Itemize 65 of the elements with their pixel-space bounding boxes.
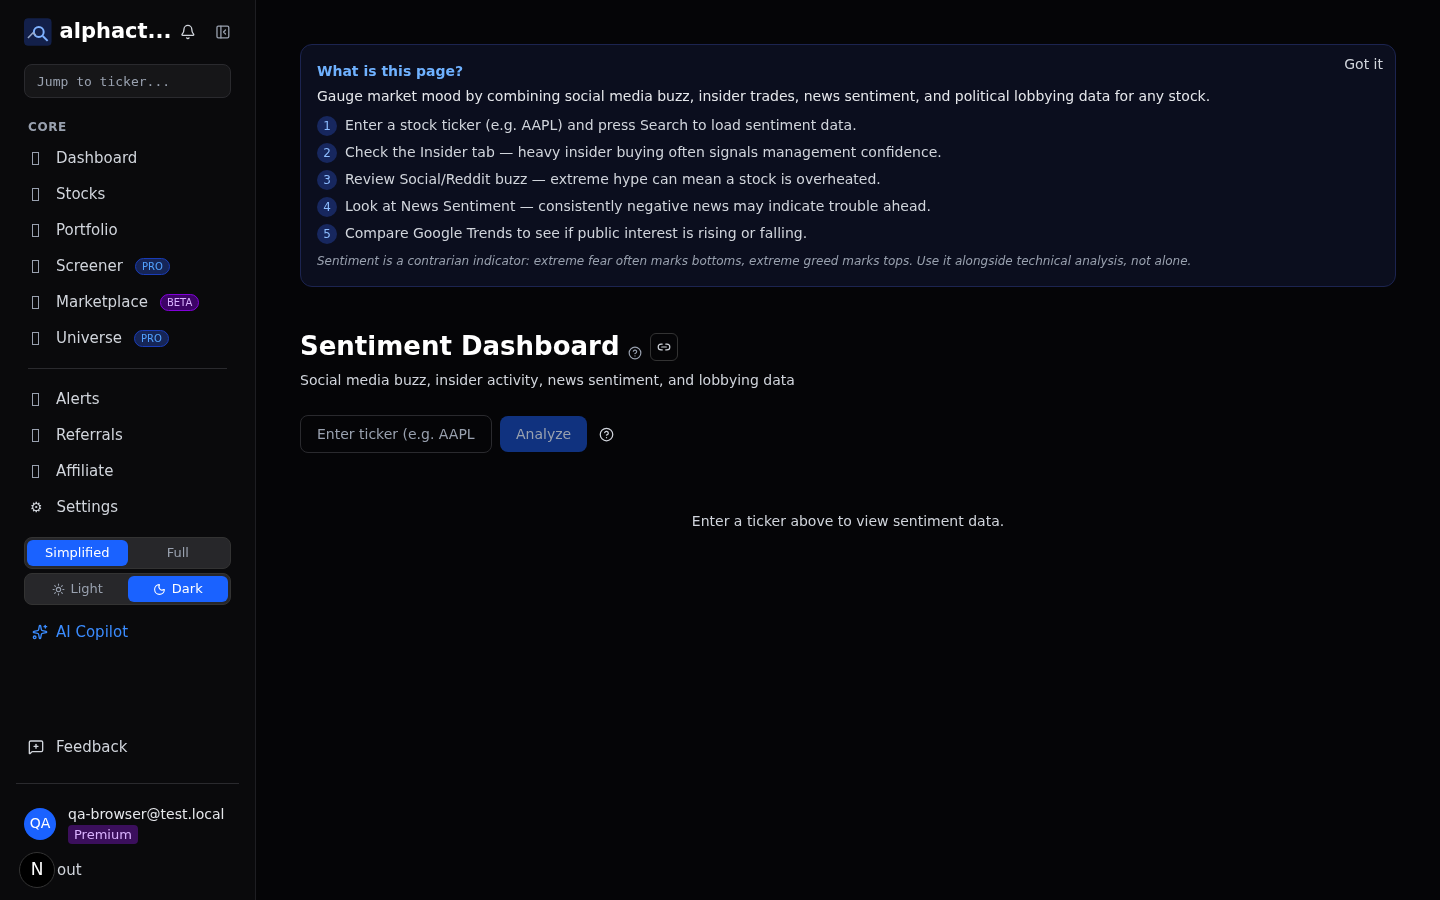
ai-copilot-link[interactable]: AI Copilot [32,621,231,644]
step-text: Enter a stock ticker (e.g. AAPL) and press Search to load sentiment data. [345,116,857,135]
ticker-field[interactable]: Enter ticker (e.g. AAPL [300,415,492,453]
step-text: Look at News Sentiment — consistently negative news may indicate trouble ahead. [345,197,931,216]
help-icon[interactable] [599,426,615,442]
step-text: Review Social/Reddit buzz — extreme hype can mean a stock is overheated. [345,170,881,189]
step-text: Check the Insider tab — heavy insider buying often signals management confidence. [345,143,942,162]
nav-link[interactable]: Portfolio [56,218,118,242]
view-mode-tab[interactable]: Simplified [27,540,128,566]
missing-glyph-icon [32,151,39,165]
missing-glyph-icon [32,392,39,406]
collapse-sidebar-icon[interactable] [215,24,231,40]
missing-glyph-icon [32,187,39,201]
tier-label: BETA [159,293,200,311]
logo-icon [24,18,52,46]
missing-glyph-icon [32,295,39,309]
theme-tab[interactable]: Dark [127,576,228,602]
page-title: Sentiment Dashboard [300,330,620,363]
user-email: qa-browser@test.local [68,804,225,824]
got-it-button[interactable]: Got it [1344,54,1383,75]
sparkles-icon [32,624,48,641]
copy-link-button[interactable] [649,332,678,361]
step-number: 1 [317,115,337,136]
feedback-icon [28,739,44,756]
moon-icon [152,582,166,596]
nav-link[interactable]: Marketplace [56,290,148,314]
empty-state-message: Enter a ticker above to view sentiment data. [690,512,1006,531]
missing-glyph-icon [32,223,39,237]
step-number: 3 [317,169,337,190]
nav-link[interactable]: Screener [56,254,123,278]
nav-link[interactable]: Alerts [56,387,100,411]
sun-icon [51,582,65,596]
sign-out-link[interactable]: out [57,858,82,882]
help-note: Sentiment is a contrarian indicator: extreme fear often marks bottoms, extreme greed marks tops. Use it alongside technical analysis, not alone. [317,253,1193,270]
nav-link[interactable]: Dashboard [56,146,138,170]
dev-badge[interactable]: N [19,852,55,888]
tier-label: PRO [134,257,170,275]
plan-label: Premium [68,824,138,844]
help-title: What is this page? [317,62,464,81]
missing-glyph-icon [32,259,39,273]
missing-glyph-icon [32,428,39,442]
page-subtitle: Social media buzz, insider activity, news sentiment, and lobbying data [300,371,796,390]
missing-glyph-icon [32,331,39,345]
view-mode-tab[interactable]: Full [127,540,228,566]
nav-link[interactable]: Stocks [56,182,106,206]
gear-icon: ⚙ [30,497,43,517]
nav-link[interactable]: Settings [56,495,119,519]
user-avatar: QA [24,807,56,840]
brand-name: alphact... [59,18,172,46]
section-heading: CORE [27,119,68,136]
step-text: Compare Google Trends to see if public interest is rising or falling. [345,224,808,243]
help-icon[interactable] [627,345,642,360]
bell-icon[interactable] [179,24,196,40]
missing-glyph-icon [32,464,39,478]
nav-link[interactable]: Universe [56,326,122,350]
theme-tab[interactable]: Light [27,576,128,602]
ticker-search-field[interactable]: Jump to ticker... [24,64,231,98]
nav-link[interactable]: Referrals [56,423,123,447]
feedback-link[interactable]: Feedback [24,736,231,759]
step-number: 4 [317,196,337,217]
tier-label: PRO [134,329,169,347]
help-intro: Gauge market mood by combining social media buzz, insider trades, news sentiment, and political lobbying data for any stock. [317,87,1212,106]
step-number: 2 [317,142,337,163]
step-number: 5 [317,223,337,244]
nav-link[interactable]: Affiliate [56,459,114,483]
